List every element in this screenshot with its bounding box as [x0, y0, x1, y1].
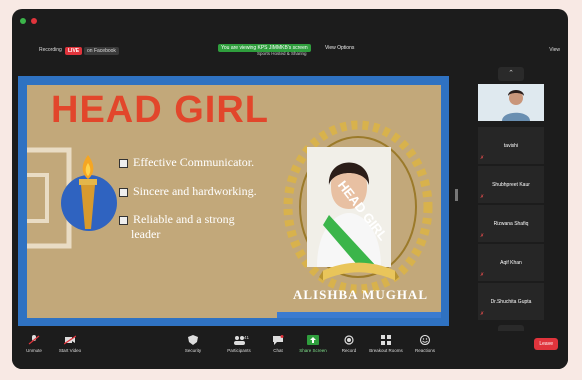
slide-footer-accent — [277, 312, 441, 318]
unmute-label: Unmute — [26, 348, 42, 353]
torch-icon — [79, 155, 97, 229]
participants-count: 41 — [244, 335, 250, 340]
unmute-button[interactable]: Unmute — [22, 335, 46, 353]
start-video-button[interactable]: Start Video — [54, 335, 86, 353]
bullet-square-icon — [119, 215, 128, 225]
participant-name: Shubhpreet Kaur — [492, 181, 530, 188]
recording-icon[interactable] — [31, 18, 37, 24]
bullet-3: Reliable and a strong — [119, 212, 235, 227]
participant-tile-rizwana[interactable]: Rizwana Shafiq ✗ — [478, 205, 544, 242]
mic-muted-icon: ✗ — [480, 311, 485, 317]
security-shield-icon[interactable] — [20, 18, 26, 24]
share-screen-icon — [307, 335, 319, 345]
bullet-square-icon — [119, 158, 128, 168]
bullet-2: Sincere and hardworking. — [119, 184, 257, 199]
student-photo — [307, 147, 391, 267]
mic-muted-icon: ✗ — [480, 272, 485, 278]
participant-name: Rizwana Shafiq — [493, 220, 529, 227]
bullet-1: Effective Communicator. — [119, 155, 254, 170]
record-button[interactable]: Record — [338, 335, 360, 353]
participant-tile-self[interactable] — [478, 84, 544, 121]
participant-name: Aqif Khan — [500, 259, 522, 266]
live-badge[interactable]: LIVE — [65, 47, 83, 55]
chat-label: Chat — [273, 348, 283, 353]
mic-muted-icon: ✗ — [480, 233, 485, 239]
share-screen-label: Share Screen — [299, 348, 327, 353]
bullet-3-cont: leader — [131, 227, 161, 241]
participants-button[interactable]: Participants — [222, 335, 256, 353]
participant-name: Dr.Shuchita Gupta — [490, 298, 532, 305]
slide-title: HEAD GIRL — [51, 89, 269, 131]
shared-screen: HEAD GIRL Effective Communicator. Sincer… — [18, 76, 449, 326]
participant-tile-shubhpreet[interactable]: Shubhpreet Kaur ✗ — [478, 166, 544, 203]
breakout-rooms-button[interactable]: Breakout Rooms — [366, 335, 406, 353]
resize-handle[interactable] — [455, 189, 458, 201]
view-options-button[interactable]: View Options — [325, 45, 354, 51]
view-button[interactable]: View — [549, 47, 560, 53]
participant-tile-shuchita[interactable]: Dr.Shuchita Gupta ✗ — [478, 283, 544, 320]
mic-muted-icon — [28, 335, 40, 345]
bullet-square-icon — [119, 187, 128, 197]
share-screen-button[interactable]: Share Screen — [298, 335, 328, 353]
zoom-window: Recording LIVE on Facebook You are viewi… — [12, 9, 568, 369]
participant-tile-tavishi[interactable]: tavishi ✗ — [478, 127, 544, 164]
participants-label: Participants — [227, 348, 251, 353]
self-video — [478, 84, 544, 121]
student-name: ALISHBA MUGHAL — [293, 287, 428, 302]
chat-icon — [273, 335, 284, 345]
meeting-toolbar: Unmute Start Video Security Participants… — [12, 331, 568, 369]
participant-name: tavishi — [503, 142, 519, 149]
record-icon — [344, 335, 354, 345]
live-on-facebook-dropdown[interactable]: on Facebook — [84, 47, 119, 55]
reactions-icon — [419, 335, 431, 345]
leave-button[interactable]: Leave — [534, 338, 558, 350]
scroll-up-button[interactable]: ⌃ — [498, 67, 524, 81]
start-video-label: Start Video — [58, 348, 82, 353]
chat-button[interactable]: Chat — [268, 335, 288, 353]
shield-icon — [188, 335, 198, 345]
top-bar: Recording — [12, 9, 568, 53]
slide-canvas: HEAD GIRL Effective Communicator. Sincer… — [27, 85, 441, 318]
mic-muted-icon: ✗ — [480, 155, 485, 161]
viewing-subtitle: Sports Hosted & Sharing — [257, 51, 307, 56]
breakout-rooms-label: Breakout Rooms — [369, 348, 403, 353]
security-label: Security — [184, 348, 202, 353]
reactions-label: Reactions — [414, 348, 435, 353]
recording-label[interactable]: Recording — [39, 47, 62, 53]
mic-muted-icon: ✗ — [480, 194, 485, 200]
security-button[interactable]: Security — [180, 335, 206, 353]
breakout-rooms-icon — [381, 335, 391, 345]
participant-tile-aqif[interactable]: Aqif Khan ✗ — [478, 244, 544, 281]
record-label: Record — [341, 348, 357, 353]
video-off-icon — [64, 335, 76, 345]
reactions-button[interactable]: Reactions — [412, 335, 438, 353]
